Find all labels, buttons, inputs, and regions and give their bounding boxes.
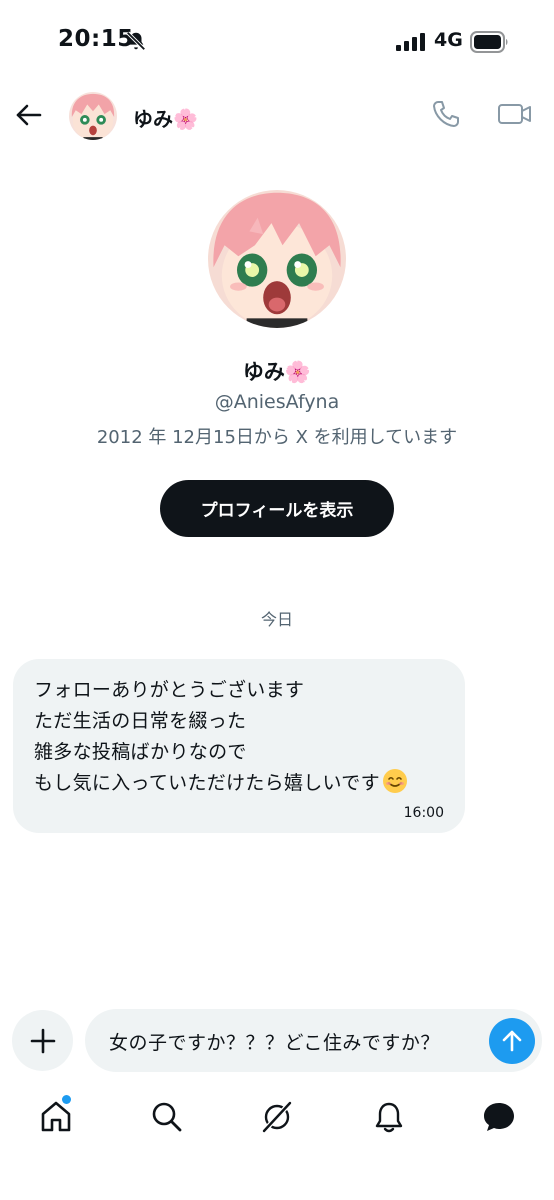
add-attachment-button[interactable]	[12, 1010, 73, 1071]
search-icon[interactable]	[149, 1099, 185, 1135]
phone-icon[interactable]	[430, 98, 462, 130]
header-name[interactable]: ゆみ🌸	[133, 103, 198, 132]
profile-handle: @AniesAfyna	[214, 391, 340, 413]
send-button[interactable]	[489, 1018, 535, 1064]
video-camera-icon[interactable]	[497, 98, 533, 130]
status-bar: 20:15 4G	[0, 0, 554, 84]
message-text: フォローありがとうございます ただ生活の日常を綴った 雑多な投稿ばかりなので も…	[34, 675, 408, 799]
bell-off-icon	[126, 31, 146, 51]
smiling-face-icon	[382, 769, 407, 793]
profile-name: ゆみ🌸	[242, 360, 312, 384]
message-line: ただ生活の日常を綴った	[34, 710, 247, 732]
view-profile-button[interactable]: プロフィールを表示	[160, 480, 394, 537]
notifications-icon[interactable]	[371, 1099, 407, 1135]
message-input-text[interactable]: 女の子ですか？？？どこ住みですか？	[109, 1028, 440, 1055]
home-icon[interactable]	[38, 1099, 74, 1135]
message-line: もし気に入っていただけたら嬉しいです	[34, 768, 408, 799]
status-time: 20:15	[58, 26, 134, 52]
message-timestamp: 16:00	[403, 805, 444, 821]
send-arrow-icon	[502, 1030, 522, 1052]
grok-icon[interactable]	[259, 1099, 295, 1135]
bottom-navigation	[0, 1085, 554, 1155]
conversation-header: ゆみ🌸	[0, 84, 554, 148]
home-notification-dot	[62, 1095, 71, 1104]
message-line-text: もし気に入っていただけたら嬉しいです	[34, 772, 380, 794]
battery-icon	[470, 31, 508, 53]
signal-icon	[396, 33, 425, 51]
dm-screen: 20:15 4G ゆみ🌸 ゆみ🌸 @AniesAfyna 2012 年 12月1…	[0, 0, 554, 1200]
profile-joined-date: 2012 年 12月15日から X を利用しています	[96, 427, 458, 448]
received-message-bubble[interactable]: フォローありがとうございます ただ生活の日常を綴った 雑多な投稿ばかりなので も…	[13, 659, 465, 833]
message-line: フォローありがとうございます	[34, 679, 305, 701]
date-divider: 今日	[260, 610, 293, 629]
profile-avatar[interactable]	[208, 190, 346, 328]
plus-icon	[30, 1028, 55, 1053]
back-arrow-icon[interactable]	[14, 100, 44, 130]
message-input[interactable]: 女の子ですか？？？どこ住みですか？	[85, 1009, 542, 1072]
message-line: 雑多な投稿ばかりなので	[34, 741, 247, 763]
header-avatar[interactable]	[69, 92, 117, 140]
network-label: 4G	[434, 29, 463, 51]
messages-icon[interactable]	[481, 1099, 517, 1135]
